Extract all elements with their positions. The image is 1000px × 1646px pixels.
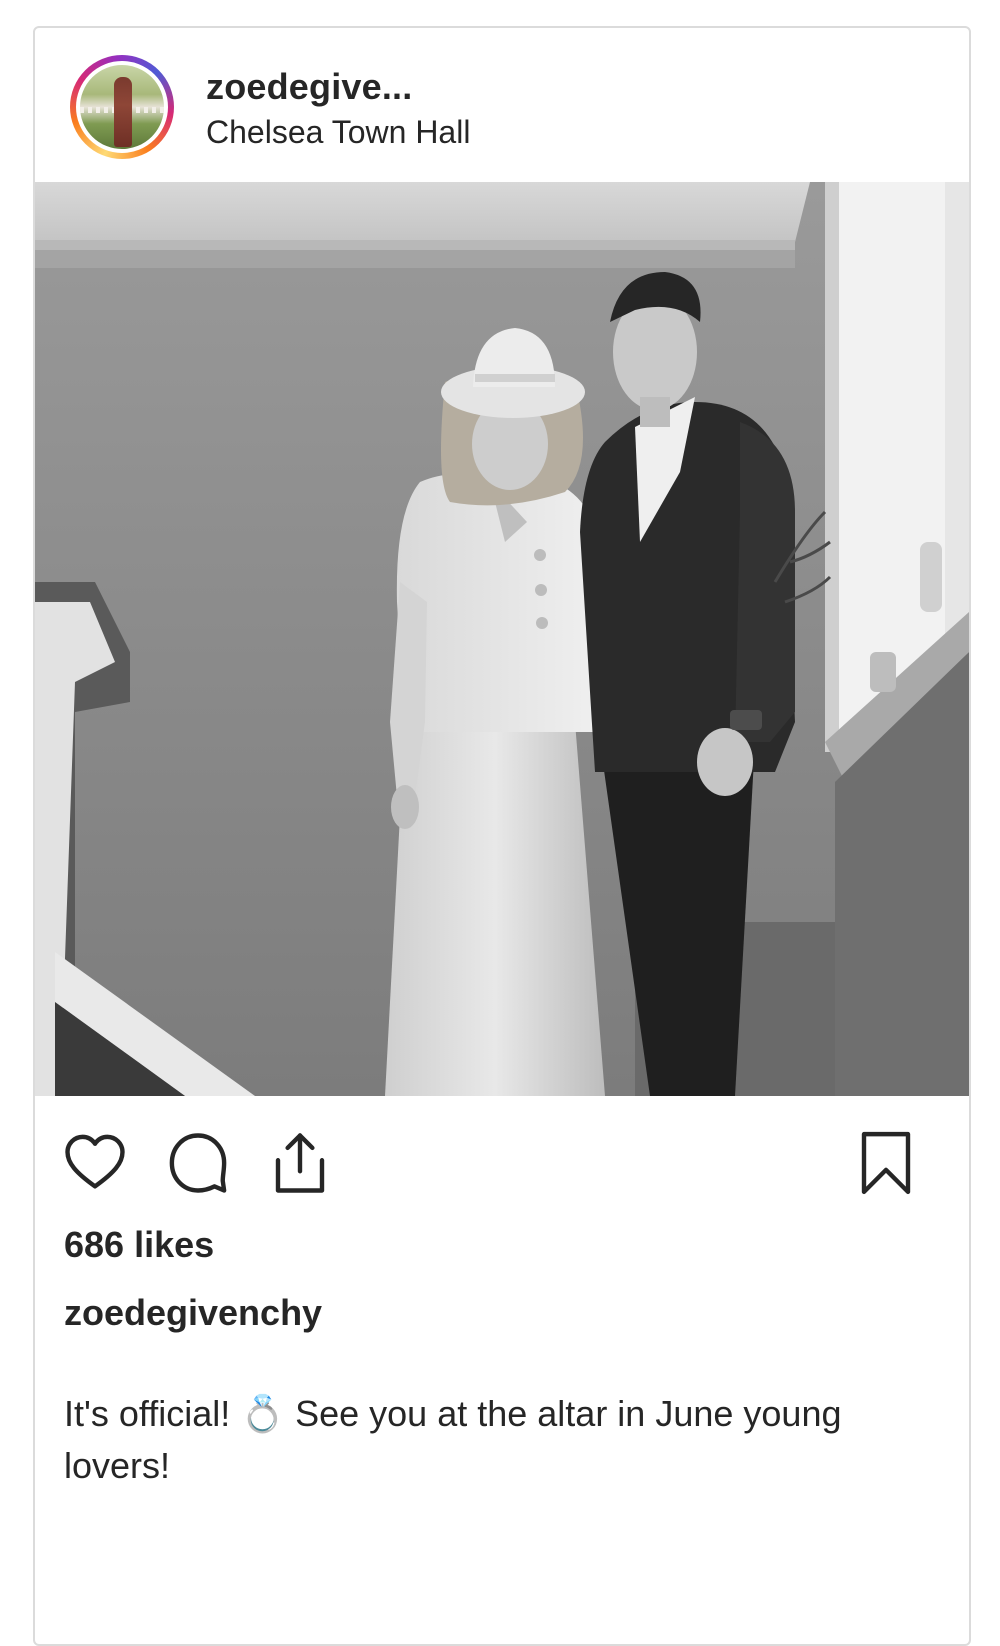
heart-icon[interactable]: [62, 1130, 128, 1196]
share-upload-icon[interactable]: [267, 1130, 333, 1196]
comment-bubble-icon[interactable]: [165, 1130, 231, 1196]
likes-count[interactable]: 686 likes: [64, 1224, 214, 1266]
post-header: zoedegive... Chelsea Town Hall: [35, 28, 969, 186]
avatar[interactable]: [76, 61, 168, 153]
post-photo[interactable]: [35, 182, 969, 1096]
avatar-figure: [114, 77, 132, 147]
post-card: zoedegive... Chelsea Town Hall 686 likes…: [33, 26, 971, 1646]
action-bar: [35, 1118, 969, 1208]
post-username[interactable]: zoedegive...: [206, 66, 412, 108]
post-location[interactable]: Chelsea Town Hall: [206, 114, 470, 151]
avatar-story-ring[interactable]: [70, 55, 174, 159]
caption-username[interactable]: zoedegivenchy: [64, 1292, 322, 1334]
caption-text: It's official! 💍 See you at the altar in…: [64, 1393, 842, 1486]
post-photo-image: [35, 182, 969, 1096]
bookmark-icon[interactable]: [853, 1130, 919, 1196]
